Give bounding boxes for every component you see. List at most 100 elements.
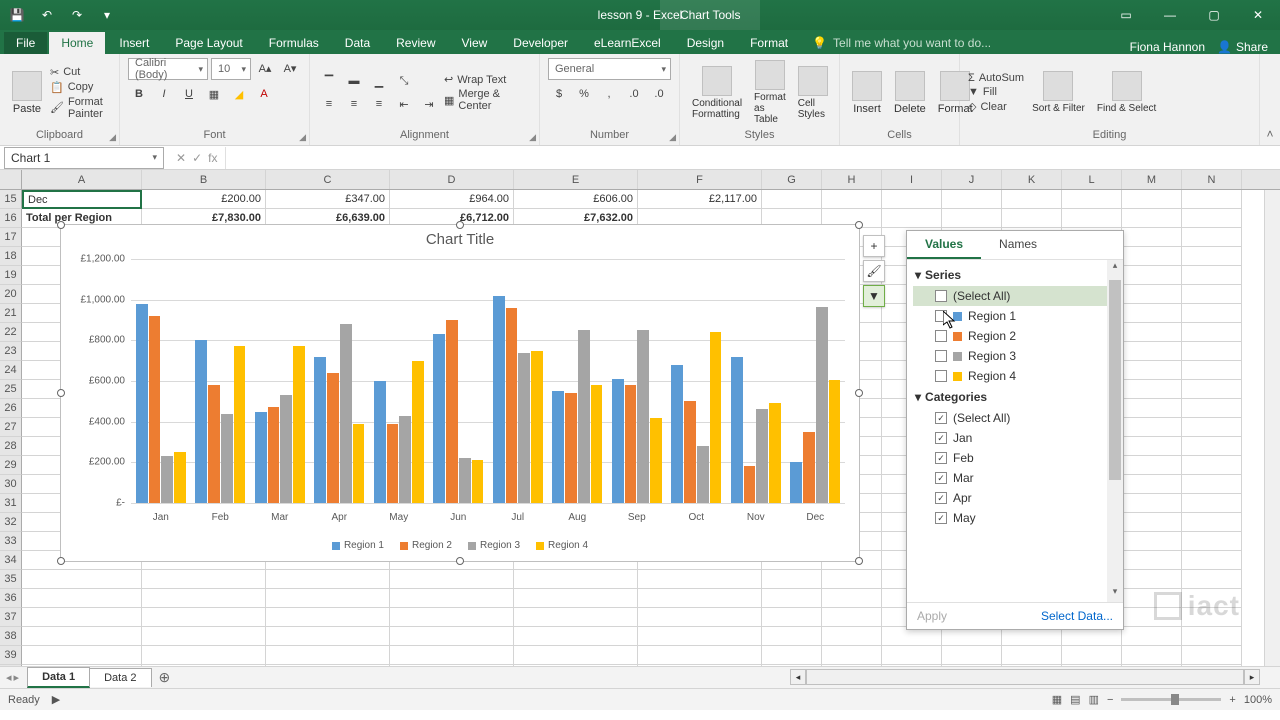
filter-item-category[interactable]: ✓Jan <box>913 428 1117 448</box>
cell[interactable] <box>1062 190 1122 209</box>
col-header[interactable]: M <box>1122 170 1182 189</box>
undo-icon[interactable]: ↶ <box>36 4 58 26</box>
decrease-font-icon[interactable]: A▾ <box>279 58 301 78</box>
cell[interactable] <box>142 646 266 665</box>
cell[interactable] <box>142 608 266 627</box>
resize-handle[interactable] <box>456 221 464 229</box>
cell[interactable] <box>1182 266 1242 285</box>
cell[interactable] <box>638 627 762 646</box>
cell[interactable] <box>942 646 1002 665</box>
zoom-in-icon[interactable]: + <box>1229 694 1235 706</box>
cell[interactable] <box>1182 551 1242 570</box>
cell[interactable] <box>1002 190 1062 209</box>
cell[interactable] <box>762 608 822 627</box>
cell[interactable] <box>1122 399 1182 418</box>
cell[interactable] <box>1002 646 1062 665</box>
bar[interactable] <box>803 432 815 503</box>
cell[interactable] <box>1122 551 1182 570</box>
col-header[interactable]: I <box>882 170 942 189</box>
align-left-icon[interactable]: ≡ <box>318 94 340 114</box>
cell[interactable] <box>1122 456 1182 475</box>
bar[interactable] <box>374 381 386 503</box>
cell[interactable] <box>390 570 514 589</box>
filter-tab-values[interactable]: Values <box>907 231 981 259</box>
share-button[interactable]: 👤Share <box>1217 40 1268 54</box>
cell[interactable] <box>390 627 514 646</box>
bar[interactable] <box>472 460 484 503</box>
row-header[interactable]: 28 <box>0 437 22 456</box>
row-header[interactable]: 21 <box>0 304 22 323</box>
cell[interactable] <box>514 627 638 646</box>
row-header[interactable]: 30 <box>0 475 22 494</box>
col-header[interactable]: H <box>822 170 882 189</box>
chart-legend[interactable]: Region 1 Region 2 Region 3 Region 4 <box>61 540 859 551</box>
increase-indent-icon[interactable]: ⇥ <box>418 94 440 114</box>
resize-handle[interactable] <box>855 557 863 565</box>
merge-center-button[interactable]: ▦Merge & Center <box>444 88 531 112</box>
col-header[interactable]: J <box>942 170 1002 189</box>
cell[interactable] <box>1182 323 1242 342</box>
cell[interactable] <box>1122 437 1182 456</box>
redo-icon[interactable]: ↷ <box>66 4 88 26</box>
row-header[interactable]: 29 <box>0 456 22 475</box>
row-header[interactable]: 23 <box>0 342 22 361</box>
align-center-icon[interactable]: ≡ <box>343 94 365 114</box>
bar[interactable] <box>518 353 530 503</box>
filter-item-series[interactable]: Region 2 <box>913 326 1117 346</box>
cell[interactable] <box>1122 361 1182 380</box>
cell[interactable] <box>1122 304 1182 323</box>
bar[interactable] <box>221 414 233 503</box>
cell[interactable] <box>266 589 390 608</box>
fill-button[interactable]: ▼Fill <box>968 86 1024 98</box>
tab-elearnexcel[interactable]: eLearnExcel <box>582 32 673 54</box>
resize-handle[interactable] <box>57 221 65 229</box>
bold-button[interactable]: B <box>128 84 150 104</box>
resize-handle[interactable] <box>855 389 863 397</box>
filter-item-category[interactable]: ✓Feb <box>913 448 1117 468</box>
align-top-icon[interactable]: ▔ <box>318 71 340 91</box>
bar[interactable] <box>552 391 564 503</box>
tab-view[interactable]: View <box>450 32 500 54</box>
cell[interactable]: £606.00 <box>514 190 638 209</box>
cell[interactable] <box>1122 513 1182 532</box>
filter-item-select-all-categories[interactable]: ✓(Select All) <box>913 408 1117 428</box>
chart-elements-button[interactable]: + <box>863 235 885 257</box>
cell[interactable] <box>822 589 882 608</box>
bar[interactable] <box>340 324 352 503</box>
bar[interactable] <box>591 385 603 503</box>
cell[interactable] <box>266 570 390 589</box>
tab-file[interactable]: File <box>4 32 47 54</box>
row-header[interactable]: 37 <box>0 608 22 627</box>
enter-formula-icon[interactable]: ✓ <box>192 151 202 165</box>
row-header[interactable]: 17 <box>0 228 22 247</box>
bar[interactable] <box>433 334 445 503</box>
currency-icon[interactable]: $ <box>548 84 570 104</box>
number-launcher-icon[interactable]: ◢ <box>669 132 676 143</box>
cell[interactable] <box>638 608 762 627</box>
increase-decimal-icon[interactable]: .0 <box>623 84 645 104</box>
orientation-icon[interactable]: ⤡ <box>393 71 415 91</box>
bar[interactable] <box>671 365 683 503</box>
col-header[interactable]: E <box>514 170 638 189</box>
underline-button[interactable]: U <box>178 84 200 104</box>
bar[interactable] <box>612 379 624 503</box>
cell[interactable] <box>762 627 822 646</box>
cell[interactable] <box>822 646 882 665</box>
bar[interactable] <box>625 385 637 503</box>
delete-cells-button[interactable]: Delete <box>890 69 930 117</box>
cell[interactable] <box>1182 342 1242 361</box>
resize-handle[interactable] <box>855 221 863 229</box>
bar[interactable] <box>637 330 649 503</box>
row-header[interactable]: 34 <box>0 551 22 570</box>
bar[interactable] <box>829 380 841 503</box>
worksheet-grid[interactable]: A B C D E F G H I J K L M N 15 Dec £200.… <box>0 170 1280 666</box>
bar[interactable] <box>769 403 781 503</box>
zoom-slider[interactable] <box>1121 698 1221 701</box>
vertical-scrollbar[interactable] <box>1264 190 1280 666</box>
font-color-button[interactable]: A <box>253 84 275 104</box>
insert-cells-button[interactable]: Insert <box>848 69 886 117</box>
cell[interactable] <box>762 589 822 608</box>
cell[interactable] <box>22 627 142 646</box>
bar[interactable] <box>255 412 267 504</box>
cell[interactable] <box>1182 247 1242 266</box>
